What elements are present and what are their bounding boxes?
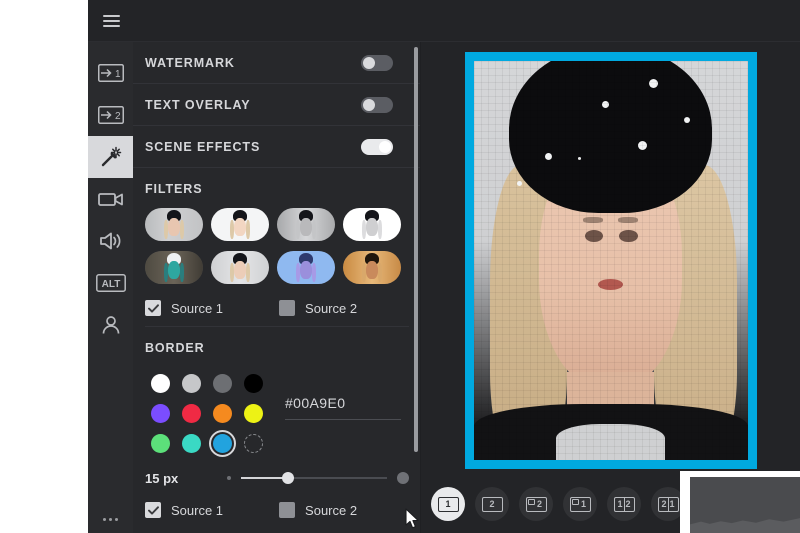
border-color-area: #00A9E0: [133, 365, 421, 457]
border-source-2-checkbox[interactable]: Source 2: [279, 502, 357, 518]
svg-text:2: 2: [115, 111, 121, 122]
scene-effects-label: SCENE EFFECTS: [145, 139, 261, 154]
swatch-gray[interactable]: [213, 374, 232, 393]
hex-underline: [285, 419, 401, 420]
video-preview-border: [464, 52, 757, 469]
border-source-1-label: Source 1: [171, 502, 224, 518]
swatch-green[interactable]: [151, 434, 170, 453]
top-bar: [88, 0, 800, 42]
settings-panel: WATERMARK TEXT OVERLAY SCENE EFFECTS FIL…: [133, 42, 421, 533]
overlay-waveform: [690, 518, 800, 533]
pixelation-effect: [473, 61, 748, 460]
swatch-yellow[interactable]: [244, 404, 263, 423]
sidebar-item-alt[interactable]: ALT: [88, 262, 133, 304]
swatch-white[interactable]: [151, 374, 170, 393]
more-dots-icon[interactable]: [88, 518, 133, 521]
layout-split-1-2-button[interactable]: 12: [607, 487, 641, 521]
left-icon-rail: 1 2 ALT: [88, 42, 133, 533]
filter-thumb-mono[interactable]: [277, 208, 335, 241]
layout-2-icon: 2: [481, 496, 503, 512]
layout-pip-1-button[interactable]: 1: [563, 487, 597, 521]
swatch-light-gray[interactable]: [182, 374, 201, 393]
swatch-black[interactable]: [244, 374, 263, 393]
filter-thumb-normal[interactable]: [145, 208, 203, 241]
panel-scrollbar[interactable]: [414, 47, 418, 452]
sidebar-item-account[interactable]: [88, 304, 133, 346]
text-overlay-label: TEXT OVERLAY: [145, 97, 251, 112]
layout-split-2-icon: 21: [657, 496, 679, 512]
filter-thumb-negative[interactable]: [145, 251, 203, 284]
border-title: BORDER: [145, 341, 205, 355]
layout-single-button[interactable]: 1: [431, 487, 465, 521]
text-overlay-toggle[interactable]: [361, 96, 393, 113]
app-window: 1 2 ALT WATERMARK TEXT OVERLAY SCENE EFF…: [88, 0, 800, 533]
filters-source-2-label: Source 2: [305, 300, 358, 316]
bottom-right-overlay[interactable]: [680, 471, 800, 533]
swatch-red[interactable]: [182, 404, 201, 423]
slider-fill: [241, 477, 288, 479]
border-source-checkboxes: Source 1 Source 2: [133, 488, 421, 528]
layout-second-button[interactable]: 2: [475, 487, 509, 521]
layout-pip-2-icon: 2: [525, 496, 547, 512]
svg-text:ALT: ALT: [101, 279, 120, 290]
filters-source-1-label: Source 1: [171, 300, 224, 316]
slider-knob[interactable]: [281, 472, 294, 484]
checkbox-unchecked-icon: [279, 300, 296, 316]
slider-min-dot: [227, 476, 231, 480]
layout-pip-2-button[interactable]: 2: [519, 487, 553, 521]
border-thickness-row: 15 px: [133, 456, 421, 488]
filter-thumb-bright[interactable]: [211, 208, 269, 241]
layout-pip-1-icon: 1: [569, 496, 591, 512]
watermark-label: WATERMARK: [145, 55, 235, 70]
sidebar-item-effects[interactable]: [88, 136, 133, 178]
filter-thumbnail-grid: [133, 206, 421, 294]
filter-thumb-soft[interactable]: [211, 251, 269, 284]
filter-thumb-blue[interactable]: [277, 251, 335, 284]
row-scene-effects[interactable]: SCENE EFFECTS: [133, 126, 421, 168]
filters-source-2-checkbox[interactable]: Source 2: [279, 300, 357, 316]
sidebar-item-source-2[interactable]: 2: [88, 94, 133, 136]
checkbox-unchecked-icon: [279, 502, 296, 518]
border-hex-field[interactable]: #00A9E0: [269, 371, 409, 456]
sidebar-item-camera[interactable]: [88, 178, 133, 220]
swatch-blue-selected[interactable]: [209, 430, 236, 457]
layout-1-icon: 1: [437, 496, 459, 512]
hamburger-icon[interactable]: [96, 6, 126, 36]
video-preview[interactable]: [473, 61, 748, 460]
sidebar-item-source-1[interactable]: 1: [88, 52, 133, 94]
overlay-panel-body: [690, 477, 800, 533]
border-thickness-value: 15 px: [145, 470, 179, 486]
watermark-toggle[interactable]: [361, 54, 393, 71]
checkbox-checked-icon: [145, 502, 161, 518]
swatch-custom-color-picker[interactable]: [244, 434, 263, 453]
border-source-2-label: Source 2: [305, 502, 358, 518]
row-text-overlay[interactable]: TEXT OVERLAY: [133, 84, 421, 126]
svg-text:1: 1: [115, 69, 121, 80]
border-hex-value: #00A9E0: [285, 395, 346, 411]
slider-track[interactable]: [241, 472, 387, 484]
main-body: 1 2 ALT WATERMARK TEXT OVERLAY SCENE EFF…: [88, 42, 800, 533]
video-stage: 1 2 2 1 12 21: [421, 42, 800, 533]
layout-split-icon: 12: [613, 496, 635, 512]
scene-effects-toggle[interactable]: [361, 138, 393, 155]
border-swatch-grid: [145, 371, 269, 457]
filters-source-checkboxes: Source 1 Source 2: [133, 294, 421, 326]
row-watermark[interactable]: WATERMARK: [133, 42, 421, 84]
swatch-teal[interactable]: [182, 434, 201, 453]
slider-max-dot: [397, 472, 409, 484]
border-thickness-slider[interactable]: [227, 468, 409, 488]
filter-thumb-highcon[interactable]: [343, 208, 401, 241]
filter-thumb-sepia[interactable]: [343, 251, 401, 284]
swatch-orange[interactable]: [213, 404, 232, 423]
checkbox-checked-icon: [145, 300, 161, 316]
sidebar-item-audio[interactable]: [88, 220, 133, 262]
filters-source-1-checkbox[interactable]: Source 1: [145, 300, 223, 316]
filters-title: FILTERS: [145, 182, 203, 196]
swatch-purple[interactable]: [151, 404, 170, 423]
border-source-1-checkbox[interactable]: Source 1: [145, 502, 223, 518]
